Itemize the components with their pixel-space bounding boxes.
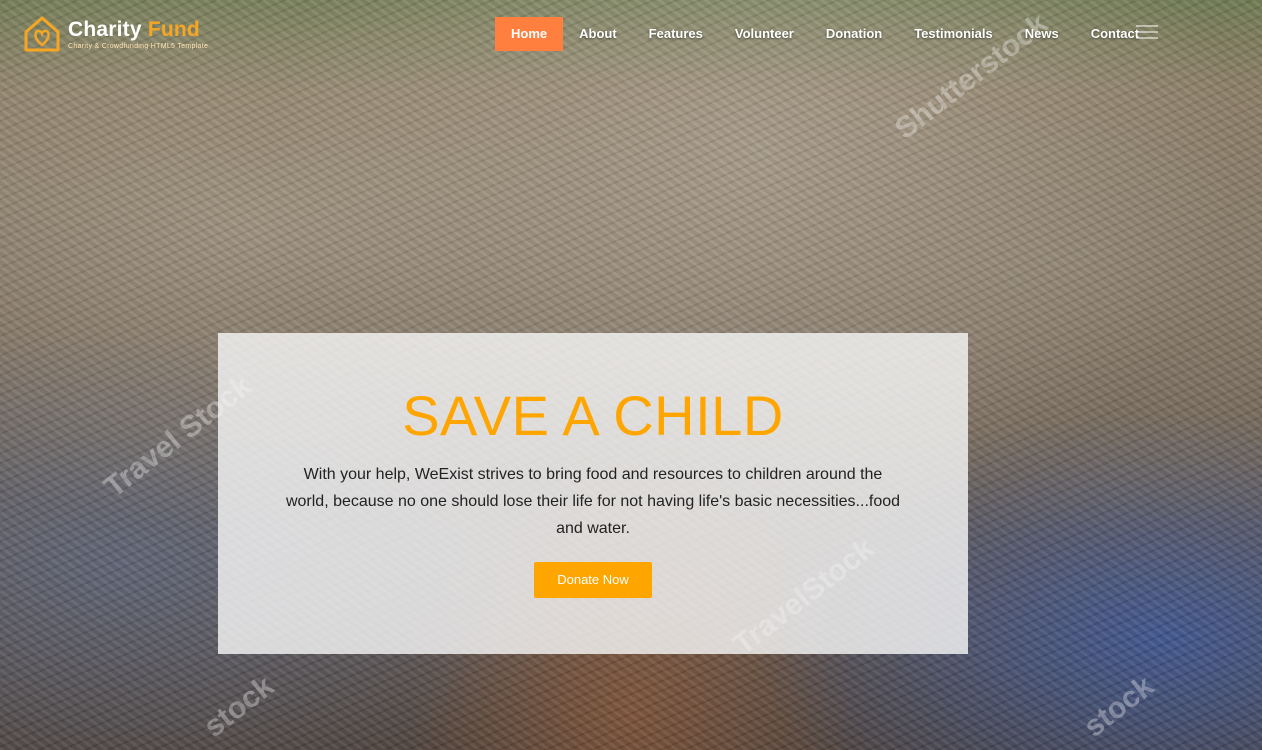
brand-name: Charity Fund (68, 17, 200, 41)
nav-item-volunteer[interactable]: Volunteer (719, 17, 810, 51)
hero-section: Travel Stock TravelStock stock stock Shu… (0, 0, 1262, 750)
nav-item-news[interactable]: News (1009, 17, 1075, 51)
heart-house-icon (24, 16, 60, 52)
nav-item-testimonials[interactable]: Testimonials (898, 17, 1009, 51)
watermark: stock (1077, 669, 1160, 744)
nav-item-home[interactable]: Home (495, 17, 564, 51)
watermark: stock (197, 669, 280, 744)
hero-description: With your help, WeExist strives to bring… (285, 466, 901, 537)
donate-now-button[interactable]: Donate Now (534, 562, 652, 598)
nav-item-features[interactable]: Features (633, 17, 719, 51)
hero-content-panel: SAVE A CHILD With your help, WeExist str… (218, 333, 968, 654)
site-logo[interactable]: Charity Fund Charity & Crowdfunding HTML… (22, 14, 208, 54)
hamburger-icon[interactable] (1136, 25, 1158, 43)
hero-title: SAVE A CHILD (402, 384, 784, 447)
brand-tagline: Charity & Crowdfunding HTML5 Template (68, 42, 209, 50)
nav-item-donation[interactable]: Donation (810, 17, 898, 51)
main-navigation: Home About Features Volunteer Donation T… (495, 17, 1155, 51)
nav-item-about[interactable]: About (563, 17, 633, 51)
